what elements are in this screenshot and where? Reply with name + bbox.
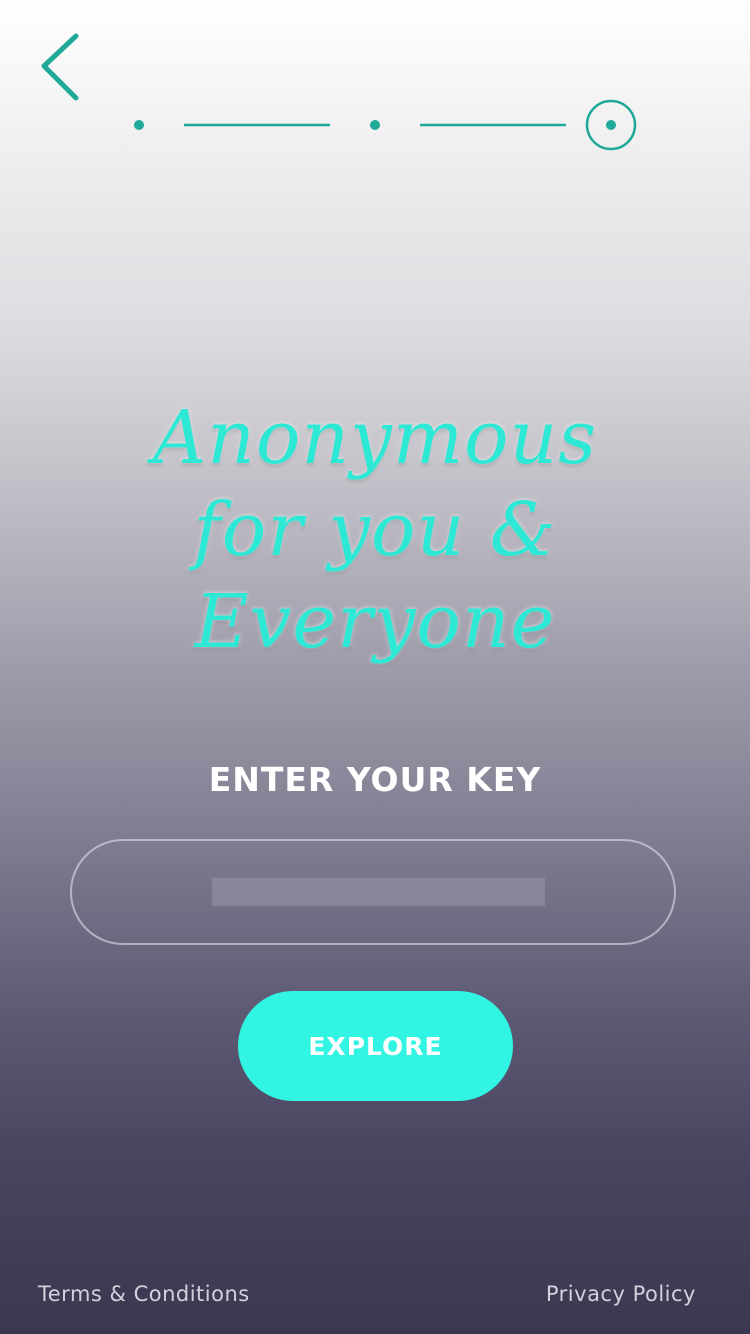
- step-2-dot: [370, 120, 380, 130]
- progress-stepper: [134, 99, 637, 151]
- privacy-link[interactable]: Privacy Policy: [546, 1282, 696, 1306]
- key-label: ENTER YOUR KEY: [208, 760, 542, 799]
- explore-button[interactable]: EXPLORE: [238, 991, 513, 1101]
- headline: Anonymous for you & Everyone: [0, 392, 750, 668]
- step-3-dot: [606, 120, 616, 130]
- headline-line-2: for you &: [193, 487, 557, 573]
- headline-line-1: Anonymous: [152, 395, 598, 481]
- terms-link[interactable]: Terms & Conditions: [38, 1282, 250, 1306]
- key-input[interactable]: [212, 878, 545, 906]
- headline-line-3: Everyone: [194, 579, 556, 665]
- key-field[interactable]: [70, 839, 676, 945]
- step-1-dot: [134, 120, 144, 130]
